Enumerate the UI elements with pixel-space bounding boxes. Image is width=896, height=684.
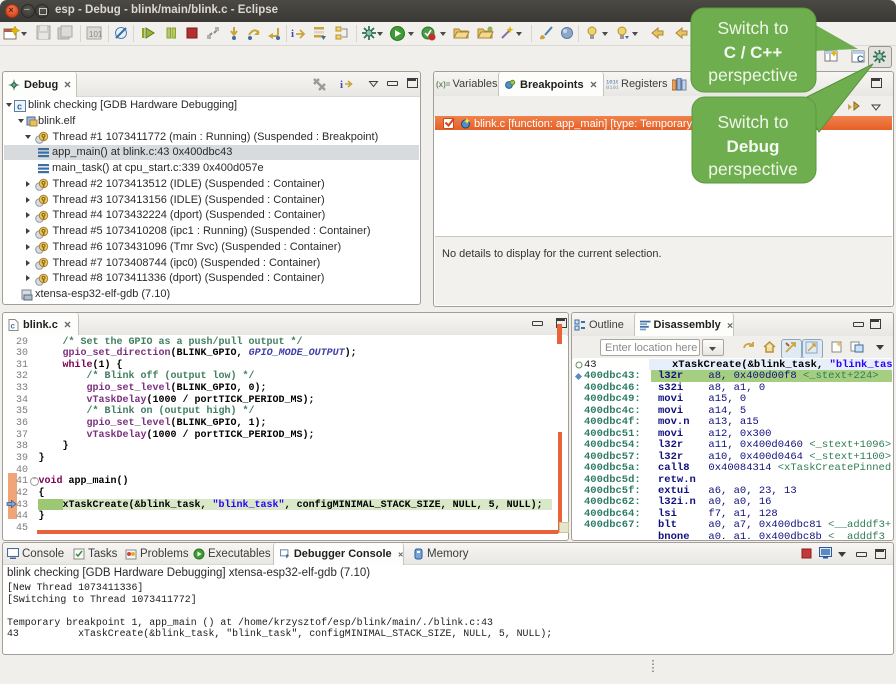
svg-text:c: c (11, 321, 16, 330)
svg-text:Switch to: Switch to (718, 112, 789, 132)
svg-text:Debug: Debug (727, 137, 780, 156)
svg-text:Switch to: Switch to (718, 18, 789, 38)
svg-text:perspective: perspective (708, 65, 798, 85)
svg-text:C / C++: C / C++ (724, 43, 783, 62)
svg-text:perspective: perspective (708, 159, 798, 179)
